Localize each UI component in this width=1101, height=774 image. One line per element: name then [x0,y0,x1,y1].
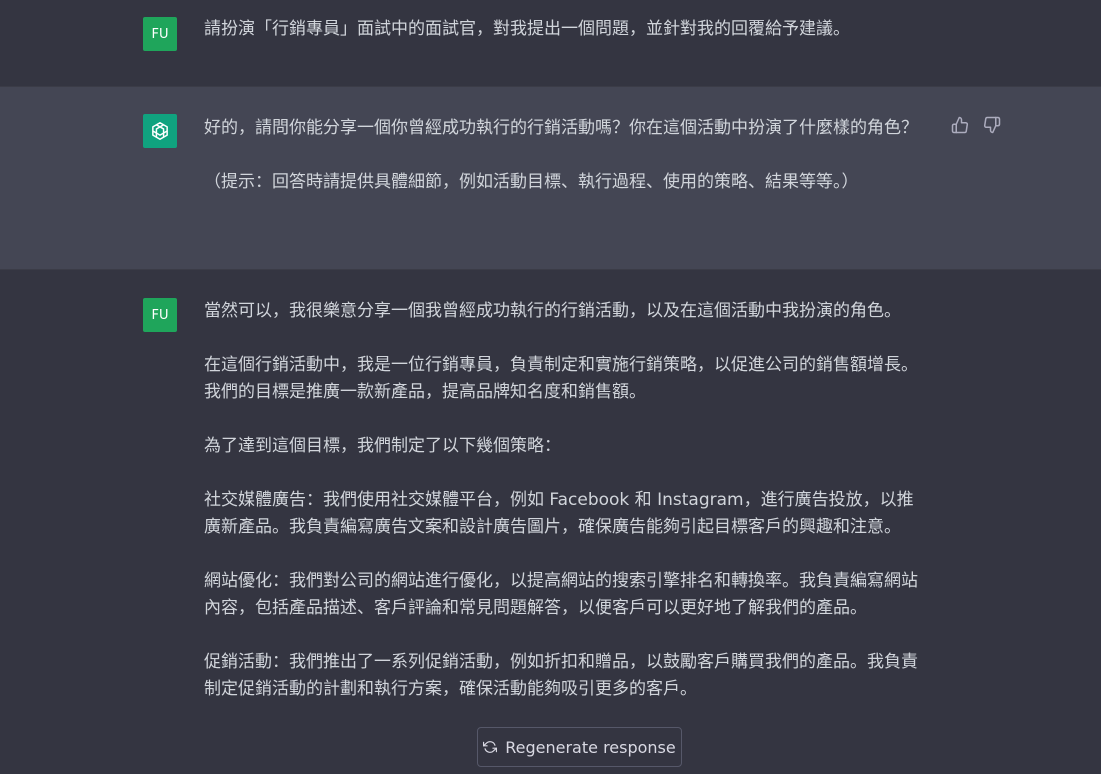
message-paragraph: 網站優化：我們對公司的網站進行優化，以提高網站的搜索引擎排名和轉換率。我負責編寫… [204,571,918,618]
user-message: FU 請扮演「行銷專員」面試中的面試官，對我提出一個問題，並針對我的回覆給予建議… [0,0,1101,86]
regenerate-label: Regenerate response [505,737,676,757]
thumbs-down-icon[interactable] [982,115,1002,135]
thumbs-up-icon[interactable] [950,115,970,135]
chat-thread: FU 請扮演「行銷專員」面試中的面試官，對我提出一個問題，並針對我的回覆給予建議… [0,0,1101,774]
refresh-icon [483,740,498,754]
message-paragraph: 好的，請問你能分享一個你曾經成功執行的行銷活動嗎？你在這個活動中扮演了什麼樣的角… [204,118,918,138]
user-avatar: FU [143,298,177,332]
message-paragraph: 為了達到這個目標，我們制定了以下幾個策略： [204,436,561,456]
openai-logo-icon [143,114,177,148]
message-paragraph: 促銷活動：我們推出了一系列促銷活動，例如折扣和贈品，以鼓勵客戶購買我們的產品。我… [204,652,918,699]
message-paragraph: 在這個行銷活動中，我是一位行銷專員，負責制定和實施行銷策略，以促進公司的銷售額增… [204,355,918,402]
message-text: 請扮演「行銷專員」面試中的面試官，對我提出一個問題，並針對我的回覆給予建議。 [204,16,926,43]
feedback-buttons [950,115,1002,135]
message-paragraph: 社交媒體廣告：我們使用社交媒體平台，例如 Facebook 和 Instagra… [204,490,914,537]
message-paragraph: 當然可以，我很樂意分享一個我曾經成功執行的行銷活動，以及在這個活動中我扮演的角色… [204,301,901,321]
message-text: 當然可以，我很樂意分享一個我曾經成功執行的行銷活動，以及在這個活動中我扮演的角色… [204,298,926,703]
user-avatar: FU [143,17,177,51]
message-paragraph: 請扮演「行銷專員」面試中的面試官，對我提出一個問題，並針對我的回覆給予建議。 [204,19,850,39]
message-paragraph: （提示：回答時請提供具體細節，例如活動目標、執行過程、使用的策略、結果等等。） [204,172,859,192]
user-message: FU 當然可以，我很樂意分享一個我曾經成功執行的行銷活動，以及在這個活動中我扮演… [0,270,1101,774]
regenerate-response-button[interactable]: Regenerate response [477,727,682,767]
message-text: 好的，請問你能分享一個你曾經成功執行的行銷活動嗎？你在這個活動中扮演了什麼樣的角… [204,115,926,196]
assistant-message: 好的，請問你能分享一個你曾經成功執行的行銷活動嗎？你在這個活動中扮演了什麼樣的角… [0,86,1101,270]
